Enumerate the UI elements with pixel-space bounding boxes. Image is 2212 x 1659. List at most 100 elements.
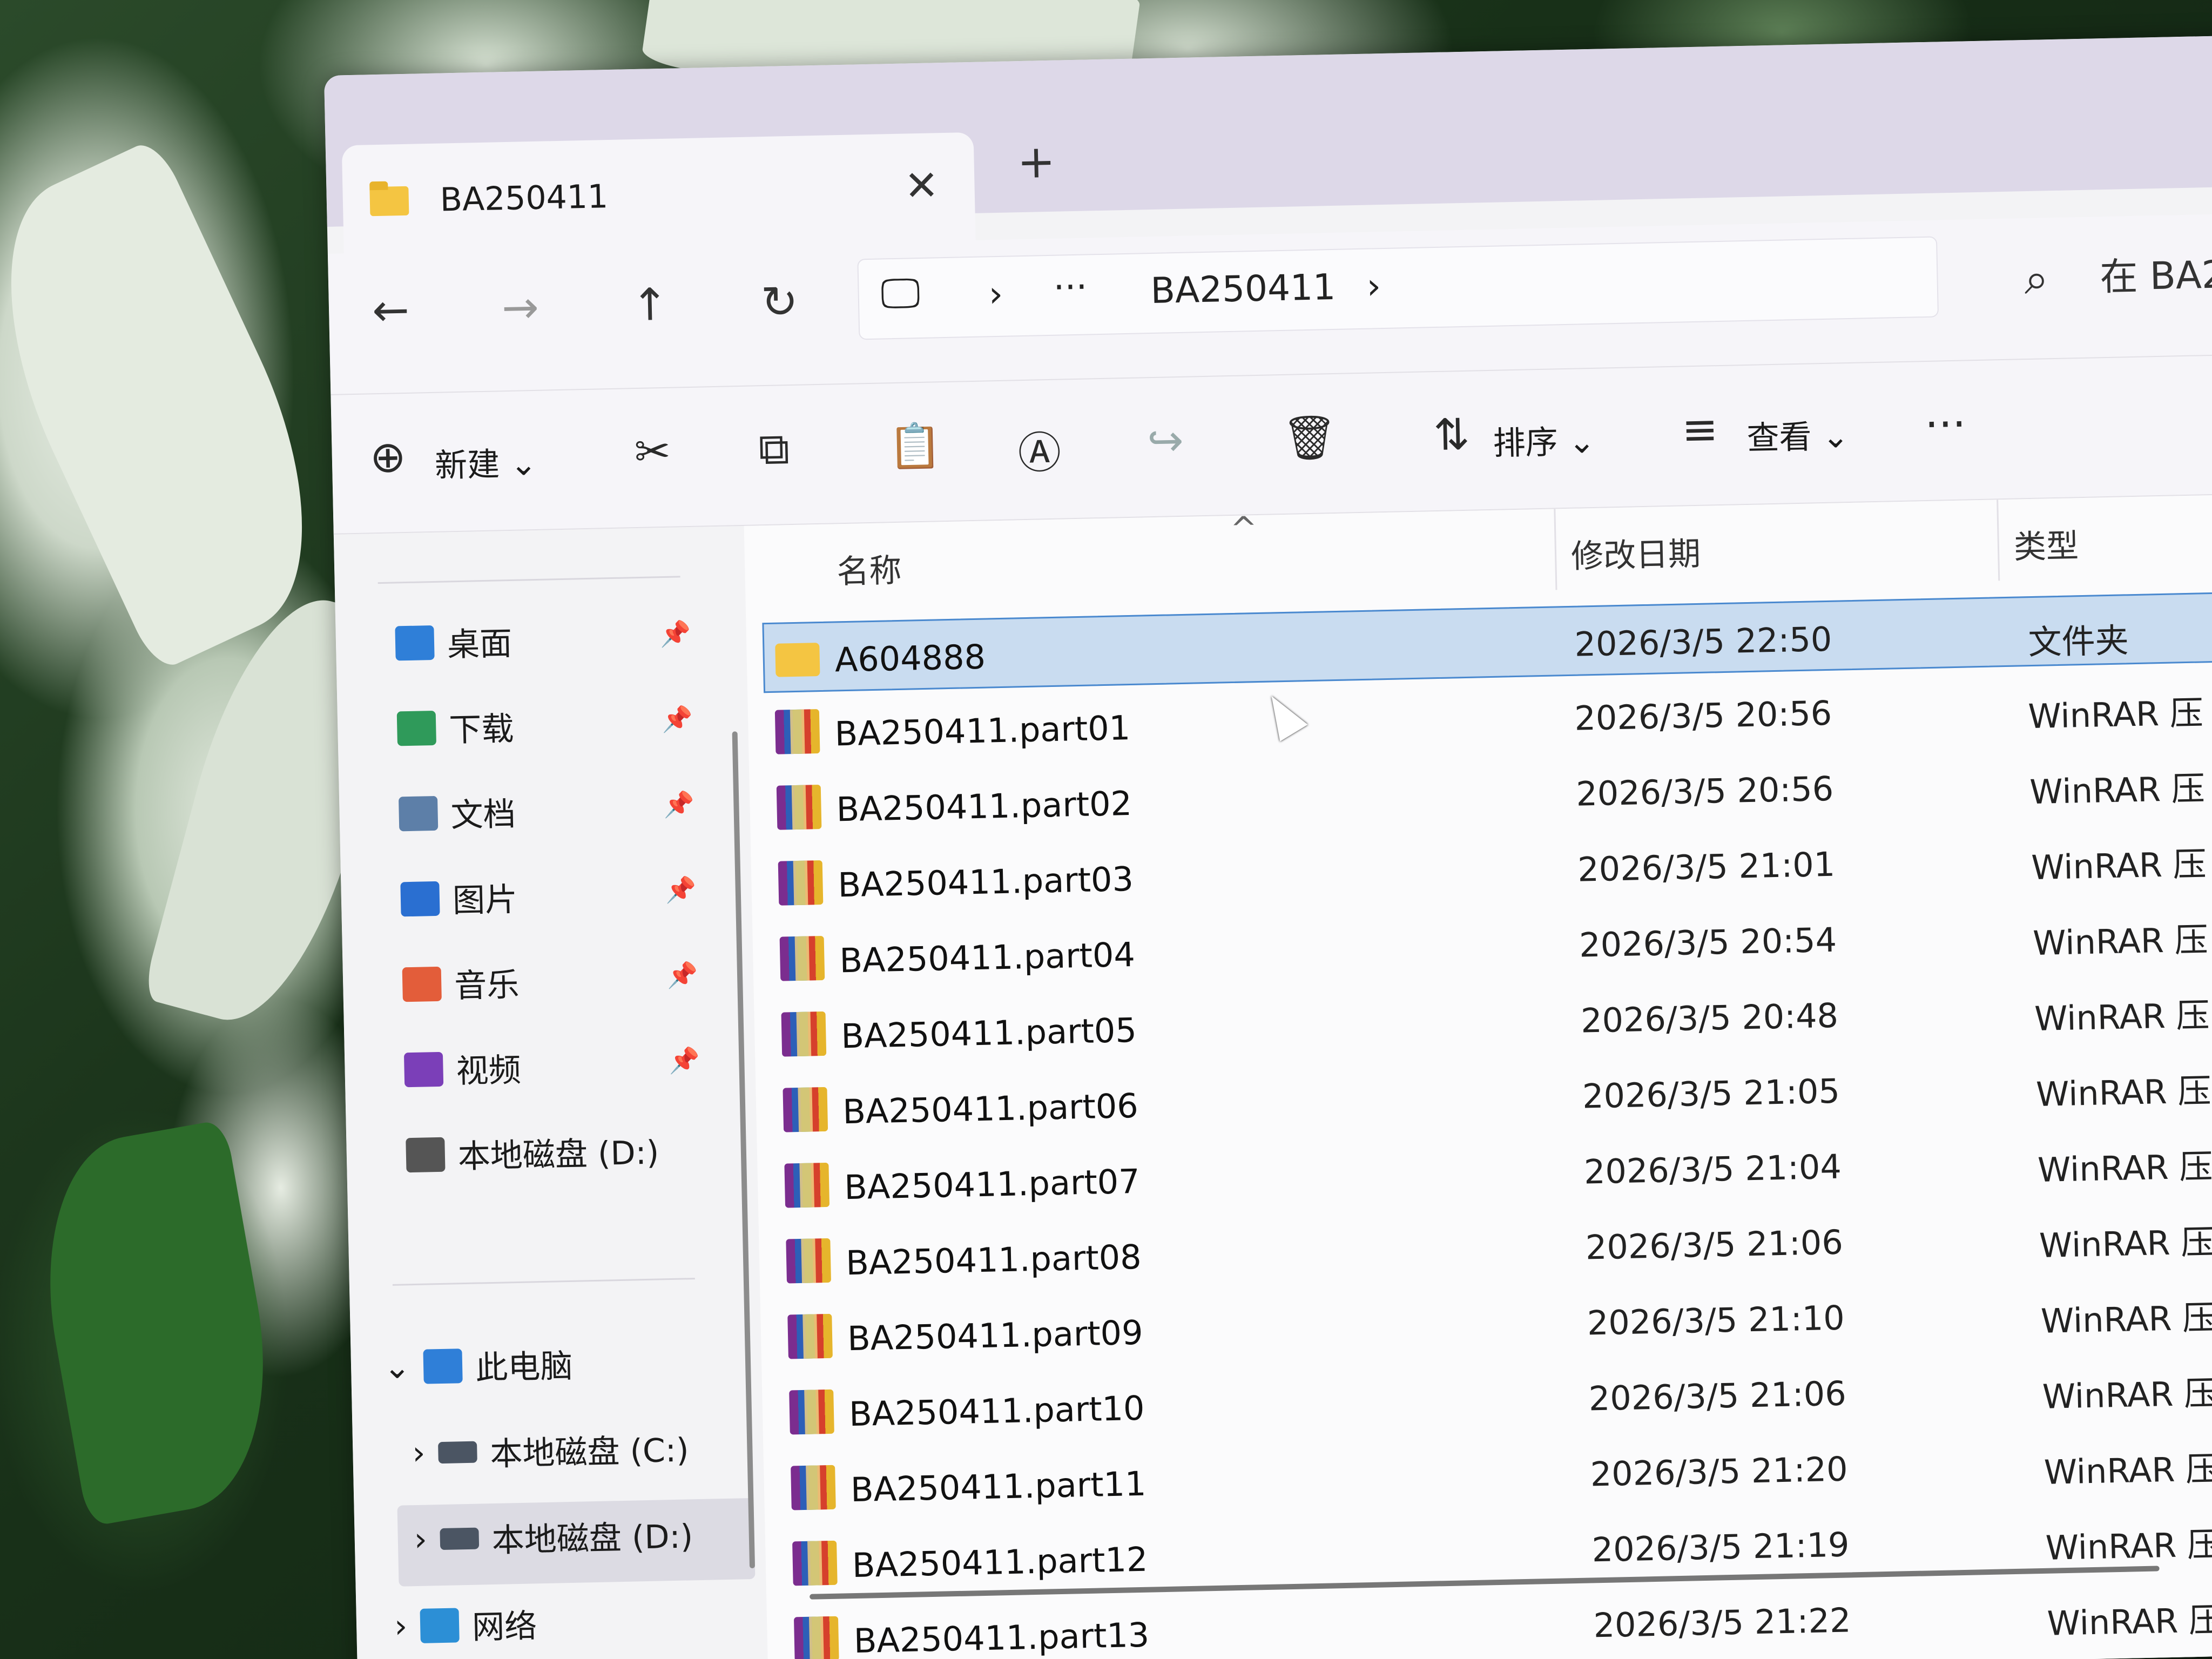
view-icon[interactable]: ≡	[1681, 404, 1718, 455]
winrar-archive-icon	[776, 785, 822, 830]
winrar-archive-icon	[787, 1313, 833, 1359]
file-name: BA250411.part09	[847, 1312, 1144, 1359]
breadcrumb-more-button[interactable]: ···	[1053, 266, 1088, 308]
sidebar-item[interactable]: 下载	[396, 703, 514, 752]
up-button[interactable]: ↑	[631, 279, 669, 331]
winrar-archive-icon	[789, 1389, 834, 1435]
sort-ascending-icon[interactable]: ^	[1230, 510, 1258, 548]
file-type: WinRAR 压	[2042, 1373, 2212, 1417]
file-type: WinRAR 压	[2039, 1222, 2212, 1265]
cut-icon[interactable]: ✂	[634, 426, 671, 477]
close-tab-icon[interactable]: ✕	[904, 161, 940, 210]
paste-icon[interactable]: 📋	[888, 420, 943, 472]
chevron-right-icon[interactable]: ›	[394, 1607, 407, 1645]
file-type: WinRAR 压	[2037, 1147, 2212, 1190]
pin-icon[interactable]: 📌	[659, 619, 691, 649]
pin-icon[interactable]: 📌	[665, 875, 696, 905]
pin-icon[interactable]: 📌	[669, 1046, 700, 1076]
more-options-button[interactable]: ···	[1924, 399, 1966, 450]
tree-drive-c[interactable]: › 本地磁盘 (C:)	[412, 1424, 690, 1476]
winrar-archive-icon	[791, 1465, 836, 1510]
file-type: WinRAR 压	[2040, 1298, 2212, 1341]
column-divider[interactable]	[1554, 509, 1557, 590]
search-input[interactable]: 在 BA2	[2099, 244, 2212, 301]
file-name: BA250411.part10	[848, 1388, 1145, 1434]
file-modified-date: 2026/3/5 20:54	[1579, 920, 1837, 965]
file-type: WinRAR 压	[2027, 693, 2204, 737]
file-name: BA250411.part04	[839, 934, 1136, 981]
forward-button[interactable]: →	[501, 282, 539, 334]
file-name: A604888	[834, 637, 986, 680]
new-button[interactable]: ⊕	[369, 431, 407, 482]
sidebar-item[interactable]: 音乐	[402, 959, 520, 1008]
sidebar-item-label: 本地磁盘 (D:)	[457, 1134, 659, 1176]
file-name: BA250411.part07	[844, 1161, 1141, 1208]
column-header-name[interactable]: 名称	[836, 544, 902, 592]
plus-circle-icon: ⊕	[369, 431, 407, 483]
sort-button[interactable]: 排序 ⌄	[1493, 415, 1596, 464]
file-name: BA250411.part02	[835, 783, 1132, 830]
sidebar-item[interactable]: 桌面	[395, 617, 512, 667]
file-modified-date: 2026/3/5 20:56	[1575, 768, 1834, 814]
new-tab-button[interactable]: +	[1017, 135, 1056, 188]
search-icon[interactable]: ⌕	[2024, 253, 2049, 305]
file-type: WinRAR 压	[2044, 1449, 2212, 1492]
breadcrumb-chevron-icon[interactable]: ›	[1366, 265, 1381, 307]
column-divider[interactable]	[1997, 500, 2000, 581]
tree-drive-d[interactable]: › 本地磁盘 (D:)	[414, 1510, 693, 1563]
file-type: WinRAR 压	[2029, 768, 2206, 812]
file-name: BA250411.part13	[853, 1615, 1150, 1659]
wallpaper-shape	[0, 137, 362, 673]
copy-icon[interactable]: ⧉	[758, 423, 790, 475]
sidebar-item[interactable]: 图片	[400, 873, 518, 923]
new-label[interactable]: 新建 ⌄	[434, 437, 537, 487]
column-header-date[interactable]: 修改日期	[1570, 528, 1701, 577]
file-modified-date: 2026/3/5 21:20	[1589, 1449, 1849, 1494]
divider	[392, 1278, 695, 1286]
address-bar[interactable]: 🖵 › ··· BA250411 ›	[857, 236, 1939, 340]
network-label: 网络	[471, 1607, 537, 1647]
file-name: BA250411.part11	[850, 1464, 1147, 1510]
pin-icon[interactable]: 📌	[663, 790, 694, 820]
folder-icon	[398, 795, 439, 831]
chevron-down-icon[interactable]: ⌄	[383, 1348, 411, 1386]
file-modified-date: 2026/3/5 21:06	[1588, 1373, 1847, 1419]
breadcrumb-chevron-icon[interactable]: ›	[988, 273, 1003, 315]
pin-icon[interactable]: 📌	[666, 960, 698, 990]
file-name: BA250411.part08	[845, 1237, 1142, 1283]
chevron-right-icon[interactable]: ›	[412, 1434, 426, 1472]
file-list: ^ 名称 修改日期 类型 A604888 2026/3/5 22:50 文件夹 BA2…	[744, 494, 2212, 1659]
file-type: WinRAR 压	[2031, 844, 2207, 888]
this-pc-label: 此电脑	[475, 1347, 574, 1387]
delete-icon[interactable]: 🗑	[1282, 412, 1338, 464]
winrar-archive-icon	[792, 1540, 838, 1586]
refresh-button[interactable]: ↻	[760, 276, 799, 328]
share-icon[interactable]: ↪	[1147, 415, 1184, 466]
sidebar-item[interactable]: 视频	[403, 1044, 522, 1094]
sidebar-item[interactable]: 本地磁盘 (D:)	[406, 1126, 659, 1178]
winrar-archive-icon	[783, 1087, 828, 1132]
file-name: BA250411.part06	[842, 1085, 1139, 1132]
file-modified-date: 2026/3/5 21:22	[1593, 1600, 1852, 1645]
sidebar-item[interactable]: 文档	[398, 788, 516, 838]
drive-c-label: 本地磁盘 (C:)	[489, 1431, 690, 1474]
file-modified-date: 2026/3/5 21:01	[1577, 844, 1836, 889]
breadcrumb-folder[interactable]: BA250411	[1150, 266, 1336, 312]
back-button[interactable]: ←	[372, 285, 410, 336]
column-header-type[interactable]: 类型	[2013, 520, 2079, 568]
pc-icon: 🖵	[880, 268, 921, 318]
file-type: 文件夹	[2027, 621, 2129, 663]
pin-icon[interactable]: 📌	[662, 704, 693, 734]
file-modified-date: 2026/3/5 20:48	[1580, 995, 1839, 1041]
rename-icon[interactable]: Ⓐ	[1017, 418, 1062, 482]
chevron-right-icon[interactable]: ›	[414, 1520, 427, 1558]
view-button[interactable]: 查看 ⌄	[1746, 410, 1850, 459]
winrar-archive-icon	[779, 935, 825, 981]
folder-icon	[400, 881, 440, 916]
file-explorer-window: BA250411 ✕ + ← → ↑ ↻ 🖵 › ··· BA250411 › …	[324, 35, 2212, 1659]
tree-this-pc[interactable]: ⌄ 此电脑	[383, 1340, 573, 1391]
sort-icon[interactable]: ⇅	[1433, 409, 1470, 460]
file-modified-date: 2026/3/5 21:10	[1587, 1298, 1845, 1343]
tree-network[interactable]: › 网络	[394, 1600, 537, 1650]
file-name: BA250411.part05	[840, 1010, 1137, 1056]
